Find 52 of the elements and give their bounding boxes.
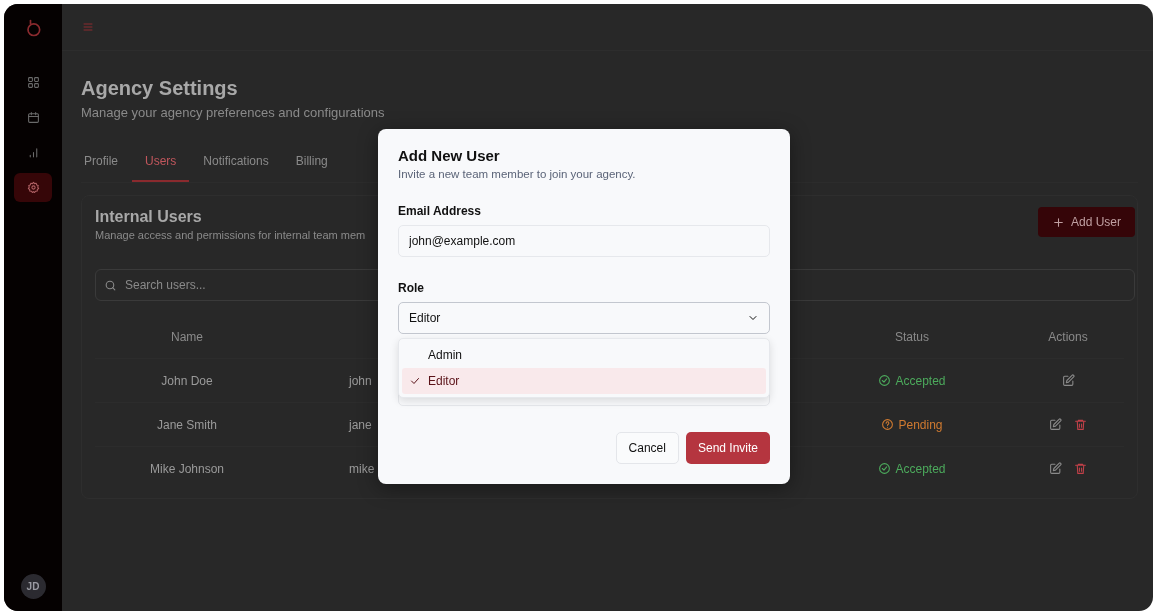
table-cell: John Doe xyxy=(161,373,213,388)
question-circle-icon xyxy=(881,418,895,431)
field-label: Email Address xyxy=(398,204,482,218)
cancel-button[interactable]: Cancel xyxy=(615,432,679,464)
add-user-button[interactable]: Add User xyxy=(1037,207,1135,237)
page-subtitle: Manage your agency preferences and configurations xyxy=(81,105,386,120)
column-header: Status xyxy=(895,329,929,344)
field-label: Role xyxy=(398,281,425,295)
tab[interactable]: Billing xyxy=(282,148,341,182)
role-select[interactable]: Editor xyxy=(398,302,770,334)
nav-item[interactable] xyxy=(14,173,52,202)
status-label: Accepted xyxy=(895,373,946,388)
table-cell: mike xyxy=(349,461,375,476)
check-circle-icon xyxy=(878,374,892,387)
trash-icon xyxy=(1074,418,1087,431)
delete-button[interactable] xyxy=(1074,418,1087,431)
edit-icon xyxy=(1049,462,1062,475)
edit-icon xyxy=(1049,418,1062,431)
dialog-title: Add New User xyxy=(398,147,501,164)
dialog-subtitle: Invite a new team member to join your agency. xyxy=(398,168,637,180)
dropdown-option[interactable]: Editor xyxy=(402,368,766,394)
menu-icon xyxy=(82,21,94,33)
edit-button[interactable] xyxy=(1049,462,1062,475)
trash-icon xyxy=(1074,462,1087,475)
settings-icon xyxy=(26,181,40,194)
status-label: Pending xyxy=(898,417,943,432)
dropdown-option[interactable]: Admin xyxy=(402,342,766,368)
grid-icon xyxy=(26,76,40,89)
plus-icon xyxy=(1051,215,1065,229)
card-title: Internal Users xyxy=(95,208,203,226)
check-icon xyxy=(409,375,421,387)
table-cell: john xyxy=(349,373,372,388)
avatar[interactable]: JD xyxy=(20,574,46,599)
calendar-icon xyxy=(26,111,40,124)
tab[interactable]: Profile xyxy=(81,148,131,182)
edit-button[interactable] xyxy=(1061,374,1075,387)
table-cell: Mike Johnson xyxy=(149,461,224,476)
card-subtitle: Manage access and permissions for internal team mem xyxy=(95,229,366,241)
check-circle-icon xyxy=(878,462,892,475)
status-label: Accepted xyxy=(895,461,946,476)
column-header: Name xyxy=(171,329,203,344)
send-invite-button[interactable]: Send Invite xyxy=(685,432,770,464)
page-title: Agency Settings xyxy=(81,77,239,100)
column-header: Actions xyxy=(1048,329,1088,344)
search-icon xyxy=(104,278,117,292)
table-cell: jane xyxy=(349,417,372,432)
edit-button[interactable] xyxy=(1049,418,1062,431)
delete-button[interactable] xyxy=(1074,462,1087,475)
email-field[interactable]: john@example.com xyxy=(398,225,770,257)
table-cell: Jane Smith xyxy=(157,417,217,432)
edit-icon xyxy=(1061,374,1075,387)
tab[interactable]: Notifications xyxy=(190,148,282,182)
